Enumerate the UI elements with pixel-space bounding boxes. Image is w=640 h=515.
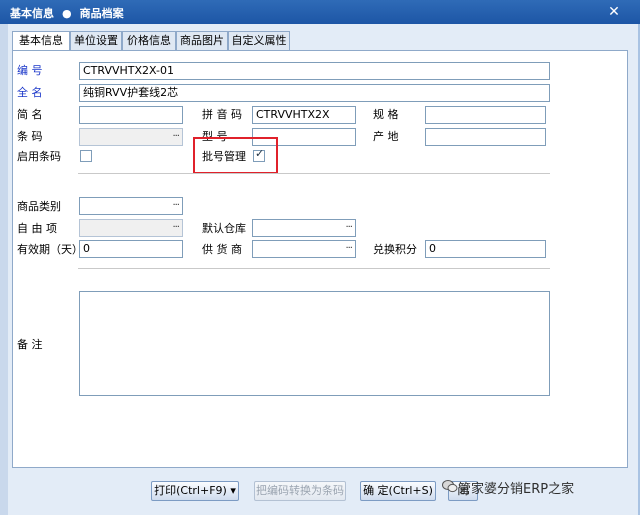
default-warehouse-ellipsis-button[interactable]: ··· bbox=[345, 220, 352, 236]
enable-barcode-checkbox[interactable] bbox=[80, 150, 92, 162]
expiry-field[interactable]: 0 bbox=[79, 240, 183, 258]
window-breadcrumb: 基本信息 ● 商品档案 bbox=[10, 5, 124, 21]
divider-2 bbox=[78, 268, 550, 270]
remark-label: 备 注 bbox=[17, 338, 43, 351]
free-item-label: 自 由 项 bbox=[17, 222, 57, 235]
barcode-ellipsis-button[interactable]: ··· bbox=[172, 129, 179, 145]
free-item-field[interactable]: ··· bbox=[79, 219, 183, 237]
close-icon[interactable]: ✕ bbox=[604, 3, 624, 21]
default-warehouse-label: 默认仓库 bbox=[202, 222, 246, 235]
tab-product-images[interactable]: 商品图片 bbox=[176, 31, 228, 50]
supplier-label: 供 货 商 bbox=[202, 243, 242, 256]
tab-custom-attributes[interactable]: 自定义属性 bbox=[228, 31, 290, 50]
supplier-ellipsis-button[interactable]: ··· bbox=[345, 241, 352, 257]
watermark-text: 管家婆分销ERP之家 bbox=[458, 482, 575, 497]
code-label: 编 号 bbox=[17, 64, 43, 77]
shortname-field[interactable] bbox=[79, 106, 183, 124]
points-field[interactable]: 0 bbox=[425, 240, 546, 258]
points-label: 兑换积分 bbox=[373, 243, 417, 256]
tab-basic-info[interactable]: 基本信息 bbox=[12, 31, 70, 51]
origin-label: 产 地 bbox=[373, 130, 399, 143]
free-item-ellipsis-button[interactable]: ··· bbox=[172, 220, 179, 236]
tab-unit-settings[interactable]: 单位设置 bbox=[70, 31, 122, 50]
spec-field[interactable] bbox=[425, 106, 546, 124]
wechat-icon bbox=[442, 480, 458, 493]
category-label: 商品类别 bbox=[17, 200, 61, 213]
spec-label: 规 格 bbox=[373, 108, 399, 121]
chevron-down-icon: ▾ bbox=[230, 484, 236, 497]
remark-textarea[interactable] bbox=[79, 291, 550, 396]
origin-field[interactable] bbox=[425, 128, 546, 146]
pinyin-field[interactable]: CTRVVHTX2X bbox=[252, 106, 356, 124]
barcode-field[interactable]: ··· bbox=[79, 128, 183, 146]
convert-code-to-barcode-button[interactable]: 把编码转换为条码 bbox=[254, 481, 346, 501]
barcode-label: 条 码 bbox=[17, 130, 43, 143]
expiry-label: 有效期（天） bbox=[17, 243, 83, 256]
shortname-label: 简 名 bbox=[17, 108, 43, 121]
tab-price-info[interactable]: 价格信息 bbox=[122, 31, 176, 50]
category-field[interactable]: ··· bbox=[79, 197, 183, 215]
print-button[interactable]: 打印(Ctrl+F9) ▾ bbox=[151, 481, 239, 501]
fullname-label: 全 名 bbox=[17, 86, 43, 99]
ok-button[interactable]: 确 定(Ctrl+S) bbox=[360, 481, 436, 501]
breadcrumb-basic-info: 基本信息 bbox=[10, 7, 54, 20]
fullname-field[interactable]: 纯铜RVV护套线2芯 bbox=[79, 84, 550, 102]
breadcrumb-product-archive: 商品档案 bbox=[79, 7, 124, 20]
print-button-label: 打印(Ctrl+F9) bbox=[154, 484, 227, 497]
breadcrumb-separator: ● bbox=[62, 7, 72, 20]
code-field[interactable]: CTRVVHTX2X-01 bbox=[79, 62, 550, 80]
supplier-field[interactable]: ··· bbox=[252, 240, 356, 258]
category-ellipsis-button[interactable]: ··· bbox=[172, 198, 179, 214]
default-warehouse-field[interactable]: ··· bbox=[252, 219, 356, 237]
divider-1 bbox=[78, 173, 550, 175]
pinyin-label: 拼 音 码 bbox=[202, 108, 242, 121]
enable-barcode-label: 启用条码 bbox=[17, 150, 61, 163]
highlight-box bbox=[193, 137, 278, 174]
